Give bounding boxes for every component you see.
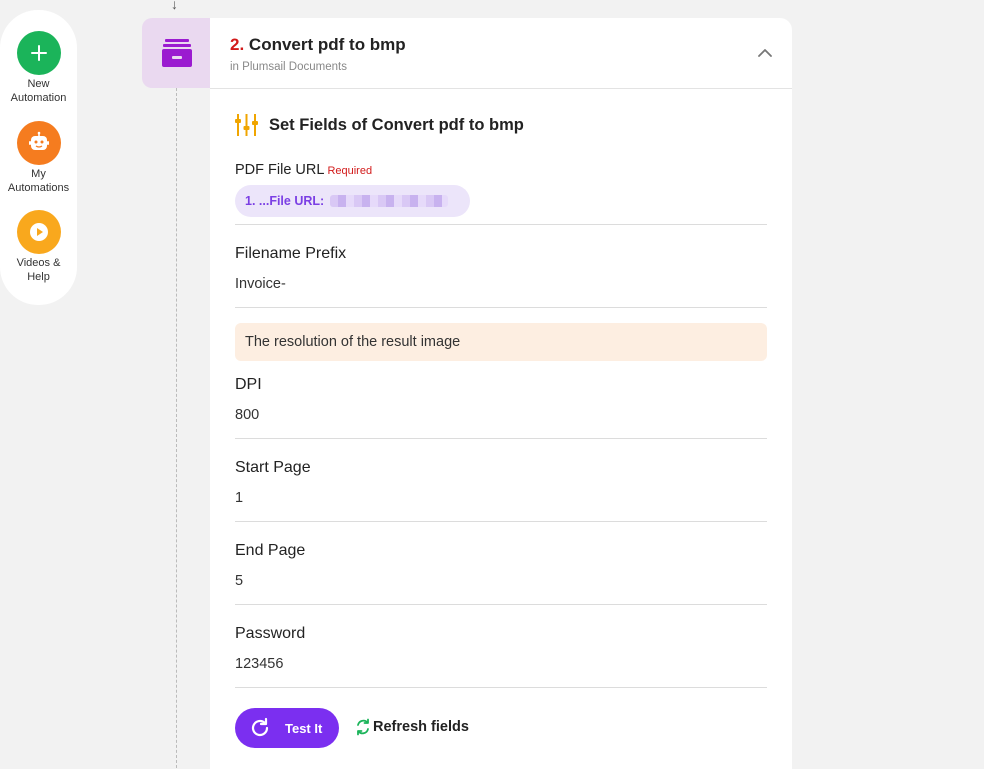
section-title-text: Set Fields of Convert pdf to bmp [269,115,524,134]
step-title-text: Convert pdf to bmp [248,35,406,54]
new-automation-button[interactable]: New Automation [0,31,77,105]
new-automation-label: New Automation [10,78,67,104]
step-title: 2. Convert pdf to bmp [230,35,792,55]
plus-icon [16,31,61,75]
divider [235,224,767,225]
pdf-url-label-row: PDF File URL Required [235,161,767,179]
dpi-hint-box: The resolution of the result image [235,323,767,361]
archive-drawer-icon [162,39,192,67]
divider [235,307,767,308]
step-card: 2. Convert pdf to bmp in Plumsail Docume… [210,18,792,769]
divider [235,604,767,605]
refresh-icon [357,718,369,736]
required-badge: Required [327,165,373,177]
password-label: Password [235,625,306,642]
test-it-label: Test It [285,720,323,736]
pdf-url-label: PDF File URL [235,162,325,178]
step-icon-container [142,18,212,88]
end-page-label: End Page [235,542,306,559]
videos-help-button[interactable]: Videos & Help [0,210,77,284]
start-page-label: Start Page [235,459,311,476]
sliders-icon [235,114,258,136]
dpi-label: DPI [235,376,262,393]
refresh-fields-button[interactable]: Refresh fields [355,718,469,736]
divider [235,521,767,522]
file-url-token-label: 1. ...File URL: [245,194,325,208]
play-icon [16,210,61,254]
my-automations-button[interactable]: My Automations [0,121,77,195]
flow-connector-line [176,88,177,769]
redacted-url [330,195,449,207]
refresh-circle-icon [251,717,269,737]
password-input[interactable]: 123456 [235,656,767,672]
my-automations-label: My Automations [7,168,70,194]
start-page-input[interactable]: 1 [235,490,767,506]
end-page-input[interactable]: 5 [235,573,767,589]
dpi-input[interactable]: 800 [235,407,767,423]
flow-arrow-icon: ↓ [171,0,178,12]
divider [235,687,767,688]
test-it-button[interactable]: Test It [235,708,339,748]
step-number: 2. [230,35,245,54]
robot-icon [16,121,61,165]
filename-prefix-label: Filename Prefix [235,245,347,262]
step-subtitle: in Plumsail Documents [230,61,347,73]
refresh-fields-label: Refresh fields [373,719,469,735]
file-url-token[interactable]: 1. ...File URL: [235,185,470,217]
step-header[interactable]: 2. Convert pdf to bmp in Plumsail Docume… [210,18,792,89]
chevron-up-icon[interactable] [756,44,774,62]
filename-prefix-input[interactable]: Invoice- [235,276,767,292]
divider [235,438,767,439]
videos-help-label: Videos & Help [16,257,61,283]
left-sidebar: New Automation My Automations Videos & Help [0,10,77,305]
section-title: Set Fields of Convert pdf to bmp [235,114,524,136]
